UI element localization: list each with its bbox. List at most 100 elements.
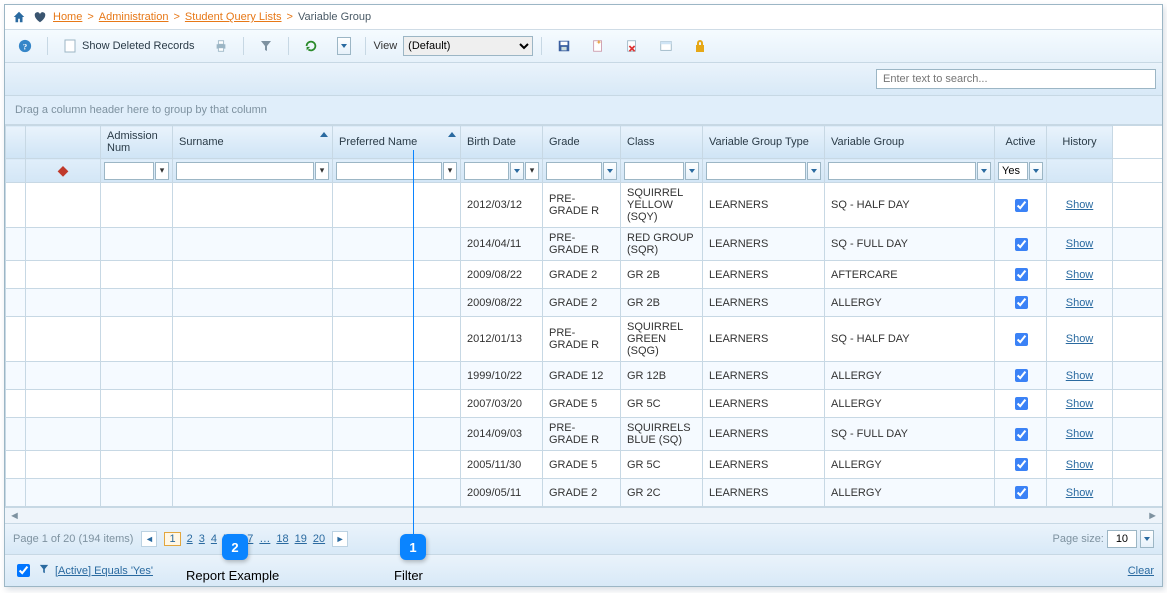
- col-history[interactable]: History: [1047, 126, 1113, 159]
- columns-button[interactable]: [652, 35, 680, 57]
- heart-icon[interactable]: [32, 9, 48, 25]
- active-checkbox[interactable]: [1015, 333, 1028, 346]
- pager-page-link[interactable]: 2: [187, 533, 193, 545]
- active-checkbox[interactable]: [1015, 268, 1028, 281]
- cell-grade: GRADE 12: [543, 362, 621, 390]
- show-link[interactable]: Show: [1066, 487, 1094, 499]
- col-grade[interactable]: Grade: [543, 126, 621, 159]
- show-link[interactable]: Show: [1066, 398, 1094, 410]
- show-link[interactable]: Show: [1066, 238, 1094, 250]
- dropdown-icon[interactable]: [807, 162, 821, 180]
- page-size-dropdown[interactable]: [1140, 530, 1154, 548]
- pager-page-link[interactable]: 20: [313, 533, 325, 545]
- home-icon[interactable]: [11, 9, 27, 25]
- table-row[interactable]: 1999/10/22GRADE 12GR 12BLEARNERSALLERGYS…: [6, 362, 1163, 390]
- dropdown-icon[interactable]: [1029, 162, 1043, 180]
- new-button[interactable]: [584, 35, 612, 57]
- col-selector[interactable]: [6, 126, 26, 159]
- clear-filters-icon[interactable]: ◆: [58, 162, 69, 178]
- filter-grade[interactable]: [546, 162, 602, 180]
- pager-page-link[interactable]: 3: [199, 533, 205, 545]
- active-checkbox[interactable]: [1015, 369, 1028, 382]
- filter-funnel-icon[interactable]: ▾: [155, 162, 169, 180]
- col-preferred-name[interactable]: Preferred Name: [333, 126, 461, 159]
- pager-page-link[interactable]: 18: [276, 533, 288, 545]
- filter-funnel-icon[interactable]: ▾: [443, 162, 457, 180]
- filter-class[interactable]: [624, 162, 684, 180]
- filter-vg-type[interactable]: [706, 162, 806, 180]
- table-row[interactable]: 2012/01/13PRE-GRADE RSQUIRREL GREEN (SQG…: [6, 317, 1163, 362]
- dropdown-icon[interactable]: [977, 162, 991, 180]
- horizontal-scrollbar[interactable]: ◄ ►: [5, 507, 1162, 523]
- breadcrumb-admin[interactable]: Administration: [99, 11, 169, 23]
- page-size-input[interactable]: [1107, 530, 1137, 548]
- col-class[interactable]: Class: [621, 126, 703, 159]
- table-row[interactable]: 2014/04/11PRE-GRADE RRED GROUP (SQR)LEAR…: [6, 228, 1163, 261]
- dropdown-icon[interactable]: [603, 162, 617, 180]
- lock-button[interactable]: [686, 35, 714, 57]
- scroll-right-icon[interactable]: ►: [1147, 510, 1158, 522]
- filter-funnel-icon[interactable]: ▾: [315, 162, 329, 180]
- filter-admission[interactable]: [104, 162, 154, 180]
- col-admission[interactable]: Admission Num: [101, 126, 173, 159]
- pager-page-link[interactable]: 7: [247, 533, 253, 545]
- show-link[interactable]: Show: [1066, 370, 1094, 382]
- filter-active[interactable]: [998, 162, 1028, 180]
- active-checkbox[interactable]: [1015, 428, 1028, 441]
- active-checkbox[interactable]: [1015, 397, 1028, 410]
- group-by-hint[interactable]: Drag a column header here to group by th…: [5, 96, 1162, 125]
- show-link[interactable]: Show: [1066, 333, 1094, 345]
- dropdown-icon[interactable]: [685, 162, 699, 180]
- table-row[interactable]: 2005/11/30GRADE 5GR 5CLEARNERSALLERGYSho…: [6, 451, 1163, 479]
- filter-expression[interactable]: [Active] Equals 'Yes': [55, 565, 153, 577]
- delete-button[interactable]: [618, 35, 646, 57]
- pager-page-link[interactable]: 1: [164, 532, 180, 546]
- col-variable-group-type[interactable]: Variable Group Type: [703, 126, 825, 159]
- save-button[interactable]: [550, 35, 578, 57]
- table-row[interactable]: 2007/03/20GRADE 5GR 5CLEARNERSALLERGYSho…: [6, 390, 1163, 418]
- breadcrumb-home[interactable]: Home: [53, 11, 82, 23]
- active-checkbox[interactable]: [1015, 238, 1028, 251]
- table-row[interactable]: 2009/08/22GRADE 2GR 2BLEARNERSAFTERCARES…: [6, 261, 1163, 289]
- breadcrumb-student-query[interactable]: Student Query Lists: [185, 11, 282, 23]
- filter-birth-date[interactable]: [464, 162, 509, 180]
- pager-page-link[interactable]: 4: [211, 533, 217, 545]
- active-checkbox[interactable]: [1015, 458, 1028, 471]
- search-input[interactable]: [876, 69, 1156, 89]
- view-select[interactable]: (Default): [403, 36, 533, 56]
- filter-surname[interactable]: [176, 162, 314, 180]
- filter-button[interactable]: [252, 35, 280, 57]
- pager-page-link[interactable]: 19: [295, 533, 307, 545]
- active-checkbox[interactable]: [1015, 199, 1028, 212]
- col-surname[interactable]: Surname: [173, 126, 333, 159]
- filter-enabled-checkbox[interactable]: [17, 564, 30, 577]
- col-active[interactable]: Active: [995, 126, 1047, 159]
- active-checkbox[interactable]: [1015, 486, 1028, 499]
- filter-funnel-icon[interactable]: ▾: [525, 162, 539, 180]
- print-button[interactable]: [207, 35, 235, 57]
- active-checkbox[interactable]: [1015, 296, 1028, 309]
- refresh-button[interactable]: [297, 35, 325, 57]
- scroll-left-icon[interactable]: ◄: [9, 510, 20, 522]
- pager-prev-button[interactable]: ◄: [141, 531, 157, 547]
- show-link[interactable]: Show: [1066, 459, 1094, 471]
- col-birth-date[interactable]: Birth Date: [461, 126, 543, 159]
- col-blank[interactable]: [26, 126, 101, 159]
- clear-filter-link[interactable]: Clear: [1128, 565, 1154, 577]
- table-row[interactable]: 2014/09/03PRE-GRADE RSQUIRRELS BLUE (SQ)…: [6, 418, 1163, 451]
- show-link[interactable]: Show: [1066, 199, 1094, 211]
- filter-vg[interactable]: [828, 162, 976, 180]
- pager-next-button[interactable]: ►: [332, 531, 348, 547]
- date-picker-icon[interactable]: [510, 162, 524, 180]
- col-variable-group[interactable]: Variable Group: [825, 126, 995, 159]
- show-link[interactable]: Show: [1066, 269, 1094, 281]
- show-deleted-button[interactable]: Show Deleted Records: [56, 35, 201, 57]
- show-link[interactable]: Show: [1066, 428, 1094, 440]
- help-button[interactable]: ?: [11, 35, 39, 57]
- table-row[interactable]: 2009/08/22GRADE 2GR 2BLEARNERSALLERGYSho…: [6, 289, 1163, 317]
- dropdown-button[interactable]: [331, 34, 357, 58]
- table-row[interactable]: 2012/03/12PRE-GRADE RSQUIRREL YELLOW (SQ…: [6, 183, 1163, 228]
- filter-preferred-name[interactable]: [336, 162, 442, 180]
- show-link[interactable]: Show: [1066, 297, 1094, 309]
- table-row[interactable]: 2009/05/11GRADE 2GR 2CLEARNERSALLERGYSho…: [6, 479, 1163, 507]
